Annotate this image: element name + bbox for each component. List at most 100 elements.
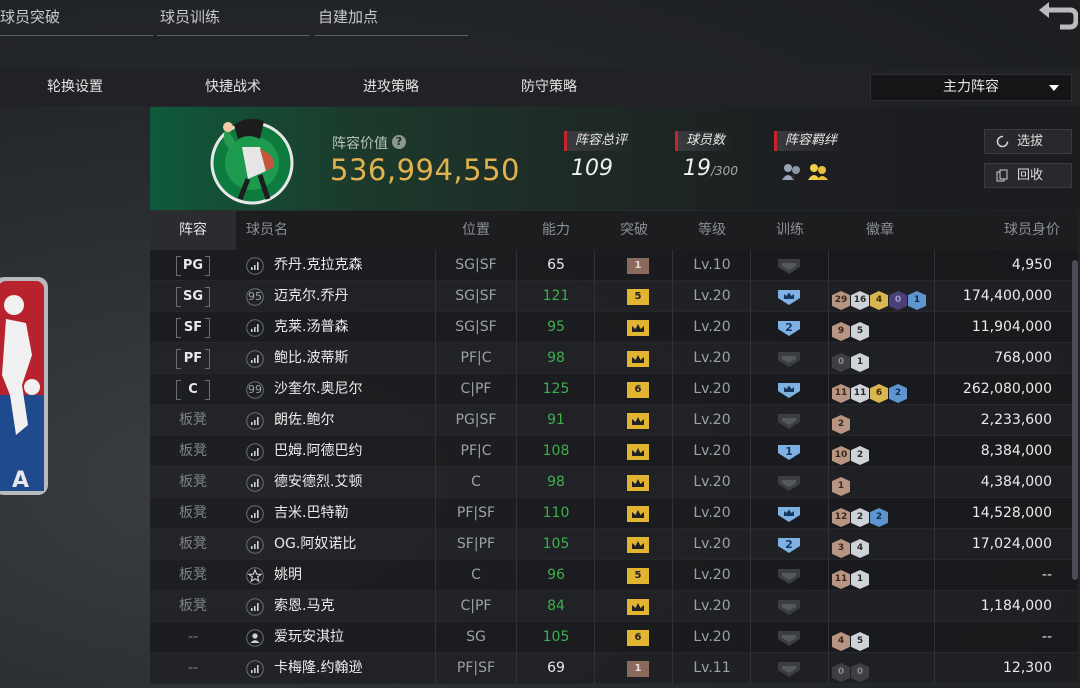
recycle-button[interactable]: 回收 xyxy=(984,163,1072,188)
player-ability: 91 xyxy=(547,412,565,428)
player-price: -- xyxy=(1041,567,1052,583)
player-position: SG|SF xyxy=(455,257,497,273)
table-row[interactable]: -- 卡梅隆.约翰逊 PF|SF 69 1 Lv.11 00 12,300 xyxy=(150,653,1078,684)
bench-slot: 板凳 xyxy=(179,412,207,428)
badge-list: 11 1 xyxy=(832,566,870,589)
training-crown-icon xyxy=(778,290,800,305)
table-row[interactable]: 板凳 巴姆.阿德巴约 PF|C 108 Lv.20 1 10 2 8,384,00… xyxy=(150,436,1078,467)
player-number-icon: 95 xyxy=(246,288,264,306)
player-name[interactable]: 爱玩安淇拉 xyxy=(274,622,344,653)
player-name[interactable]: 朗佐.鲍尔 xyxy=(274,405,334,436)
table-row[interactable]: SF 克莱.汤普森 SG|SF 95 Lv.20 2 95 11,904,000 xyxy=(150,312,1078,343)
player-position: PF|SF xyxy=(456,505,496,521)
table-row[interactable]: -- 爱玩安淇拉 SG 105 6 Lv.20 45 -- xyxy=(150,622,1078,653)
player-position: PF|SF xyxy=(456,660,496,676)
player-name[interactable]: 鲍比.波蒂斯 xyxy=(274,343,348,374)
player-price: 12,300 xyxy=(1003,660,1052,676)
table-row[interactable]: 板凳 吉米.巴特勒 PF|SF 110 Lv.20 12 2 2 14,528,00… xyxy=(150,498,1078,529)
header-level: 等级 xyxy=(698,222,726,238)
player-name[interactable]: 卡梅隆.约翰逊 xyxy=(274,653,362,684)
player-name[interactable]: 姚明 xyxy=(274,560,302,591)
player-price: -- xyxy=(1041,629,1052,645)
header-lineup[interactable]: 阵容 xyxy=(150,211,236,250)
player-level: Lv.20 xyxy=(693,350,731,366)
player-name[interactable]: 克莱.汤普森 xyxy=(274,312,348,343)
back-icon[interactable] xyxy=(1036,2,1078,32)
table-row[interactable]: SG 95 迈克尔.乔丹 SG|SF 121 5 Lv.20 29 16 4 0 1 1… xyxy=(150,281,1078,312)
player-name[interactable]: 巴姆.阿德巴约 xyxy=(274,436,362,467)
position-slot: PG xyxy=(176,256,210,276)
badge-list: 12 2 2 xyxy=(832,504,889,527)
table-row[interactable]: 板凳 OG.阿奴诺比 SF|PF 105 Lv.20 2 34 17,024,0… xyxy=(150,529,1078,560)
player-price: 262,080,000 xyxy=(962,381,1052,397)
position-slot: SF xyxy=(176,318,210,338)
lineup-select[interactable]: 主力阵容 xyxy=(870,74,1072,101)
badge-icon: 0 xyxy=(889,291,907,310)
badge-list: 45 xyxy=(832,628,870,651)
nav-defense-strategy[interactable]: 防守策略 xyxy=(521,68,577,106)
badge-icon: 2 xyxy=(851,508,869,527)
badge-icon: 2 xyxy=(889,384,907,403)
overall-rating-label: 阵容总评 xyxy=(564,131,636,151)
player-name[interactable]: 吉米.巴特勒 xyxy=(274,498,348,529)
table-row[interactable]: 板凳 索恩.马克 C|PF 84 Lv.20 1,184,000 xyxy=(150,591,1078,622)
badge-icon: 5 xyxy=(851,632,869,651)
player-price: 14,528,000 xyxy=(971,505,1052,521)
table-scrollbar[interactable] xyxy=(1072,260,1078,580)
badge-icon: 11 xyxy=(832,384,850,403)
player-name[interactable]: OG.阿奴诺比 xyxy=(274,529,356,560)
player-name[interactable]: 索恩.马克 xyxy=(274,591,334,622)
nav-offense-strategy[interactable]: 进攻策略 xyxy=(363,68,419,106)
table-row[interactable]: C 99 沙奎尔.奥尼尔 C|PF 125 6 Lv.20 11 11 6 2 262… xyxy=(150,374,1078,405)
bond-icon-silver[interactable]: 3 xyxy=(781,162,803,182)
breakthrough-level: 5 xyxy=(627,289,649,305)
lineup-bond-label: 阵容羁绊 xyxy=(774,131,846,151)
svg-text:A: A xyxy=(12,468,29,493)
player-level: Lv.20 xyxy=(693,381,731,397)
top-tab-bar: 球员突破 球员训练 自建加点 xyxy=(0,0,1080,66)
header-position: 位置 xyxy=(462,222,490,238)
player-level: Lv.20 xyxy=(693,443,731,459)
celtics-logo xyxy=(210,118,294,205)
training-level-icon: 2 xyxy=(776,320,802,337)
bench-slot: 板凳 xyxy=(179,567,207,583)
player-price: 11,904,000 xyxy=(971,319,1052,335)
player-position: C xyxy=(471,567,481,583)
tab-player-training[interactable]: 球员训练 xyxy=(157,0,310,36)
breakthrough-level: 1 xyxy=(627,258,649,274)
player-count-label: 球员数 xyxy=(675,131,734,151)
table-row[interactable]: PG 乔丹.克拉克森 SG|SF 65 1 Lv.10 4,950 xyxy=(150,250,1078,281)
player-name[interactable]: 迈克尔.乔丹 xyxy=(274,281,348,312)
overall-rating-value: 109 xyxy=(571,156,613,181)
player-level: Lv.11 xyxy=(693,660,731,676)
player-name[interactable]: 沙奎尔.奥尼尔 xyxy=(274,374,362,405)
header-badges: 徽章 xyxy=(866,222,894,238)
table-row[interactable]: 板凳 姚明 C 96 5 Lv.20 11 1 -- xyxy=(150,560,1078,591)
help-icon[interactable]: ? xyxy=(392,135,406,149)
bond-icon-gold[interactable] xyxy=(807,162,829,182)
breakthrough-crown-icon xyxy=(627,351,649,367)
select-button[interactable]: 选拔 xyxy=(984,129,1072,154)
badge-list: 29 16 4 0 1 xyxy=(832,287,927,310)
player-number-icon: 99 xyxy=(246,381,264,399)
table-row[interactable]: PF 鲍比.波蒂斯 PF|C 98 Lv.20 01 768,000 xyxy=(150,343,1078,374)
tab-player-breakthrough[interactable]: 球员突破 xyxy=(0,0,153,36)
nav-rotation-settings[interactable]: 轮换设置 xyxy=(47,68,103,106)
player-name[interactable]: 乔丹.克拉克森 xyxy=(274,250,362,281)
header-player-value: 球员身价 xyxy=(1004,222,1060,238)
bench-slot: 板凳 xyxy=(179,598,207,614)
bench-slot: 板凳 xyxy=(179,505,207,521)
breakthrough-crown-icon xyxy=(627,506,649,522)
player-ability: 110 xyxy=(542,505,570,521)
table-row[interactable]: 板凳 朗佐.鲍尔 PG|SF 91 Lv.20 2 2,233,600 xyxy=(150,405,1078,436)
table-row[interactable]: 板凳 德安德烈.艾顿 C 98 Lv.20 1 4,384,000 xyxy=(150,467,1078,498)
nav-quick-tactics[interactable]: 快捷战术 xyxy=(205,68,261,106)
badge-icon: 9 xyxy=(832,322,850,341)
person-icon xyxy=(246,629,264,647)
player-name[interactable]: 德安德烈.艾顿 xyxy=(274,467,362,498)
player-ability: 96 xyxy=(547,567,565,583)
tab-custom-points[interactable]: 自建加点 xyxy=(315,0,468,36)
header-breakthrough: 突破 xyxy=(620,222,648,238)
player-ability: 108 xyxy=(542,443,570,459)
roster-table-header: 阵容 球员名 位置 能力 突破 等级 训练 徽章 球员身价 xyxy=(150,211,1078,250)
